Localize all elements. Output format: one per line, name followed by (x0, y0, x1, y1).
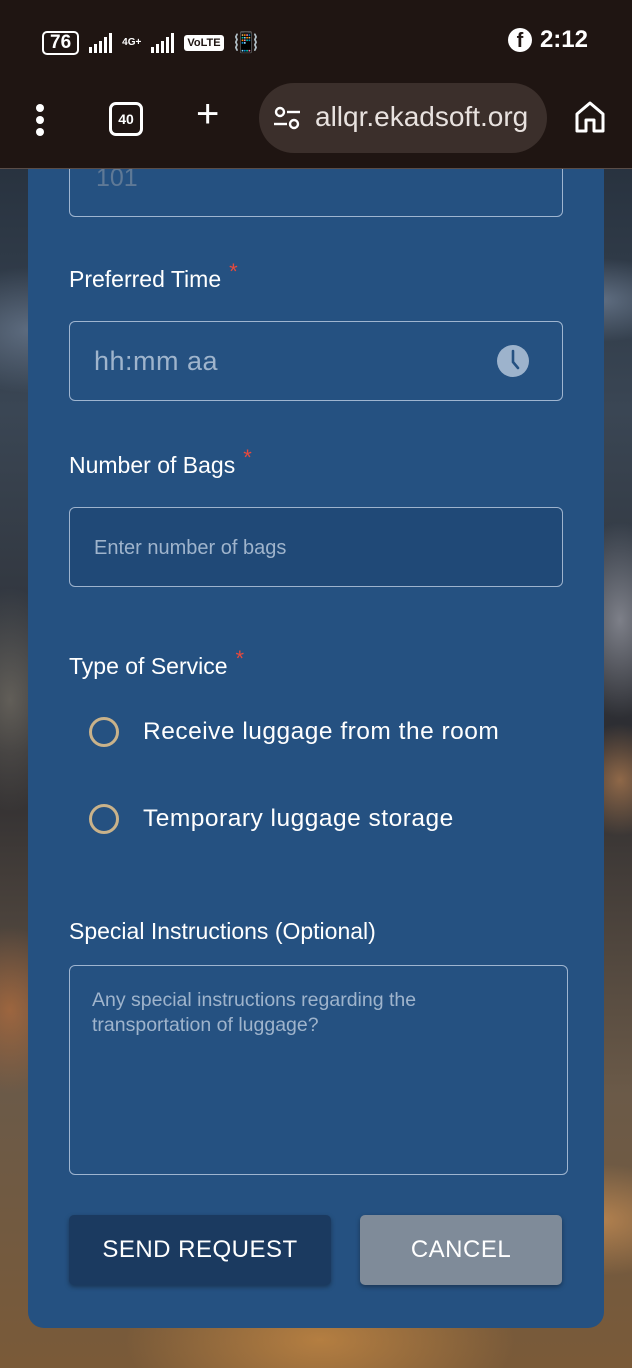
special-instructions-label: Special Instructions (Optional) (69, 918, 376, 944)
url-text: allqr.ekadsoft.org (315, 101, 529, 132)
required-asterisk: * (243, 445, 252, 470)
special-instructions-textarea[interactable]: Any special instructions regarding the t… (69, 965, 568, 1175)
battery-indicator: 76 (42, 30, 80, 55)
cancel-button[interactable]: CANCEL (360, 1215, 562, 1285)
preferred-time-label: Preferred Time * (69, 259, 238, 292)
required-asterisk: * (229, 259, 238, 284)
network-type-label: 4G+ (122, 36, 142, 48)
preferred-time-input[interactable]: hh:mm aa (69, 321, 563, 401)
facebook-icon: f (507, 28, 532, 52)
signal-bars-icon (151, 32, 175, 53)
send-request-button[interactable]: SEND REQUEST (69, 1215, 331, 1285)
number-of-bags-input[interactable]: Enter number of bags (69, 507, 563, 587)
number-of-bags-placeholder: Enter number of bags (94, 537, 287, 559)
clock-icon[interactable] (496, 344, 530, 378)
status-bar: 76 4G+ VoLTE 📳 f 2:12 (0, 0, 632, 82)
type-of-service-label: Type of Service * (69, 646, 245, 679)
radio-button[interactable] (89, 804, 119, 834)
new-tab-button[interactable]: + (196, 94, 219, 134)
preferred-time-placeholder: hh:mm aa (94, 346, 219, 376)
service-option-temporary-storage[interactable]: Temporary luggage storage (89, 804, 454, 834)
service-option-label: Receive luggage from the room (143, 718, 500, 745)
tab-switcher-button[interactable]: 40 (109, 102, 143, 136)
clock-time: 2:12 (539, 26, 588, 53)
special-instructions-placeholder: Any special instructions regarding the t… (92, 989, 417, 1036)
required-asterisk: * (235, 646, 245, 671)
browser-toolbar: 40 + allqr.ekadsoft.org (0, 82, 632, 169)
address-bar[interactable]: allqr.ekadsoft.org (259, 83, 547, 153)
volte-badge: VoLTE (184, 34, 224, 51)
luggage-request-form: 101 Preferred Time * hh:mm aa Number of B… (28, 140, 604, 1328)
site-settings-icon[interactable] (273, 105, 301, 131)
service-option-receive-luggage[interactable]: Receive luggage from the room (89, 717, 499, 747)
service-option-label: Temporary luggage storage (143, 805, 454, 832)
menu-icon[interactable] (36, 104, 46, 138)
radio-button[interactable] (89, 717, 119, 747)
home-icon[interactable] (574, 100, 606, 134)
vibrate-icon: 📳 (233, 32, 259, 54)
number-of-bags-label: Number of Bags * (69, 445, 252, 478)
signal-bars-icon (89, 32, 113, 53)
